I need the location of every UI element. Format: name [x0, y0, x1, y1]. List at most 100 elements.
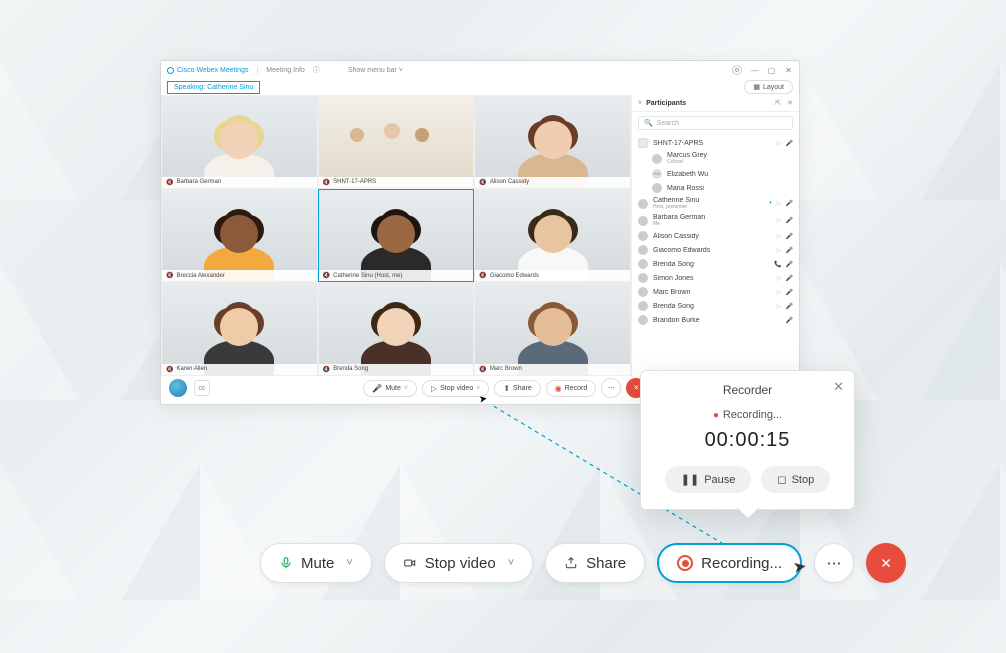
mute-indicator-icon: 🔇 [323, 366, 330, 373]
mic-icon: 🎤 [786, 289, 793, 296]
video-tile[interactable]: 🔇SHNT-17-APRS [318, 95, 475, 189]
share-label: Share [586, 555, 626, 572]
layout-button[interactable]: ▦ Layout [744, 80, 793, 94]
participant-row[interactable]: Marcus GreyCohost [632, 150, 799, 167]
video-tile[interactable]: 🔇Giacomo Edwards [474, 189, 631, 283]
mute-indicator-icon: 🔇 [479, 272, 486, 279]
search-icon: 🔍 [644, 119, 653, 127]
participants-panel: ˅ Participants ⇱ ✕ 🔍 Search SHNT-17-APRS… [631, 95, 799, 376]
avatar [638, 245, 648, 255]
close-popover-icon[interactable]: ✕ [833, 379, 844, 395]
mute-indicator-icon: 🔇 [166, 179, 173, 186]
participant-name: SHNT-17-APRS [653, 140, 772, 147]
collapse-icon[interactable]: ˅ [638, 100, 642, 107]
participant-row[interactable]: Brandon Burke🎤 [632, 313, 799, 327]
camera-icon: ▷ [777, 289, 782, 296]
popout-icon[interactable]: ⇱ [775, 99, 781, 107]
chevron-down-icon[interactable]: ˅ [346, 557, 352, 569]
close-button[interactable]: ✕ [784, 66, 793, 75]
recording-label: Recording... [701, 555, 782, 572]
stop-recording-button[interactable]: ◻Stop [761, 466, 830, 493]
participant-row[interactable]: Catherine SinuHost, presenter◐▷🎤 [632, 195, 799, 212]
video-tile[interactable]: 🔇Breccia Alexander [161, 189, 318, 283]
avatar [638, 216, 648, 226]
video-tile[interactable]: 🔇 Alison Cassidy [474, 95, 631, 189]
camera-icon: ▷ [777, 233, 782, 240]
video-tile[interactable]: 🔇Brenda Song [318, 282, 475, 376]
mic-icon: 🎤 [786, 317, 793, 324]
mute-indicator-icon: 🔇 [479, 179, 486, 186]
participant-row[interactable]: Marc Brown▷🎤 [632, 285, 799, 299]
tile-name: Alison Cassidy [490, 179, 529, 185]
minimize-button[interactable]: — [750, 66, 759, 75]
participant-row[interactable]: SHNT-17-APRS ▷ 🎤 [632, 136, 799, 150]
phone-icon: 📞 [774, 261, 781, 268]
end-meeting-button[interactable] [866, 543, 906, 583]
participant-row[interactable]: Simon Jones▷🎤 [632, 271, 799, 285]
participant-row[interactable]: Barbara GermanMe▷🎤 [632, 212, 799, 229]
record-button-small[interactable]: ◉Record [546, 380, 597, 397]
share-button-small[interactable]: ⬆Share [494, 380, 540, 397]
chevron-down-icon[interactable]: ˅ [508, 557, 514, 569]
mute-indicator-icon: 🔇 [166, 366, 173, 373]
participant-name: Alison Cassidy [653, 233, 772, 240]
participant-row[interactable]: Maria Rossi [632, 181, 799, 195]
mute-button-small[interactable]: 🎤Mute ˅ [363, 380, 417, 397]
participant-name: Maria Rossi [667, 185, 788, 192]
meeting-info-link[interactable]: Meeting Info [266, 67, 305, 74]
avatar [638, 199, 648, 209]
video-tile[interactable]: 🔇Catherine Sinu (Host, me) [318, 189, 475, 283]
mic-icon: 🎤 [786, 200, 793, 207]
tile-name: Marc Brown [490, 366, 522, 372]
captions-icon[interactable]: cc [194, 380, 210, 396]
close-panel-icon[interactable]: ✕ [787, 99, 793, 107]
video-grid: 🔇Barbara German🔇SHNT-17-APRS🔇Alison Cass… [161, 95, 631, 376]
participant-row[interactable]: Brenda Song▷🎤 [632, 299, 799, 313]
camera-icon: ▷ [777, 303, 782, 310]
maximize-button[interactable]: ▢ [767, 66, 776, 75]
video-tile[interactable]: 🔇Marc Brown [474, 282, 631, 376]
avatar [652, 183, 662, 193]
participant-name: Elizabeth Wu [667, 171, 788, 178]
recorder-title: Recorder [655, 383, 840, 397]
tile-name: Brenda Song [333, 366, 368, 372]
participant-row[interactable]: Brenda Song📞🎤 [632, 257, 799, 271]
tile-name: Barbara German [176, 179, 221, 185]
participant-name: Barbara GermanMe [653, 214, 772, 227]
search-placeholder: Search [657, 120, 679, 127]
more-options-small[interactable]: ⋯ [601, 378, 621, 398]
microphone-icon [279, 556, 293, 570]
mic-icon: 🎤 [786, 303, 793, 310]
recording-status: ●Recording... [655, 409, 840, 421]
recording-button[interactable]: Recording... ➤ [657, 543, 802, 583]
avatar [638, 287, 648, 297]
cursor-icon: ➤ [791, 556, 808, 578]
video-tile[interactable]: 🔇Karen Allen [161, 282, 318, 376]
video-tile[interactable]: 🔇Barbara German [161, 95, 318, 189]
avatar [638, 273, 648, 283]
mute-button[interactable]: Mute ˅ [260, 543, 372, 583]
settings-icon[interactable]: ⚙ [732, 65, 742, 75]
participant-search[interactable]: 🔍 Search [638, 116, 793, 130]
participant-row[interactable]: Giacomo Edwards▷🎤 [632, 243, 799, 257]
avatar: EW [652, 169, 662, 179]
webex-assistant-icon[interactable] [169, 379, 187, 397]
avatar [638, 138, 648, 148]
stop-video-button[interactable]: Stop video ˅ [384, 543, 533, 583]
participant-row[interactable]: EW Elizabeth Wu [632, 167, 799, 181]
recorder-popover: ✕ Recorder ●Recording... 00:00:15 ❚❚Paus… [640, 370, 855, 510]
record-icon [677, 555, 693, 571]
more-options-button[interactable]: ⋯ [814, 543, 854, 583]
mic-icon: 🎤 [786, 140, 793, 147]
participant-name: Brenda Song [653, 261, 769, 268]
participant-name: Giacomo Edwards [653, 247, 772, 254]
share-icon [564, 556, 578, 570]
speaking-indicator: Speaking: Catherine Sinu [167, 81, 260, 94]
share-button[interactable]: Share [545, 543, 645, 583]
participant-row[interactable]: Alison Cassidy▷🎤 [632, 229, 799, 243]
pause-recording-button[interactable]: ❚❚Pause [665, 466, 752, 493]
avatar [638, 301, 648, 311]
show-menu-bar[interactable]: Show menu bar ˅ [348, 67, 403, 74]
camera-icon: ▷ [777, 140, 782, 147]
window-titlebar: Cisco Webex Meetings | Meeting Info ⓘ Sh… [161, 61, 799, 79]
